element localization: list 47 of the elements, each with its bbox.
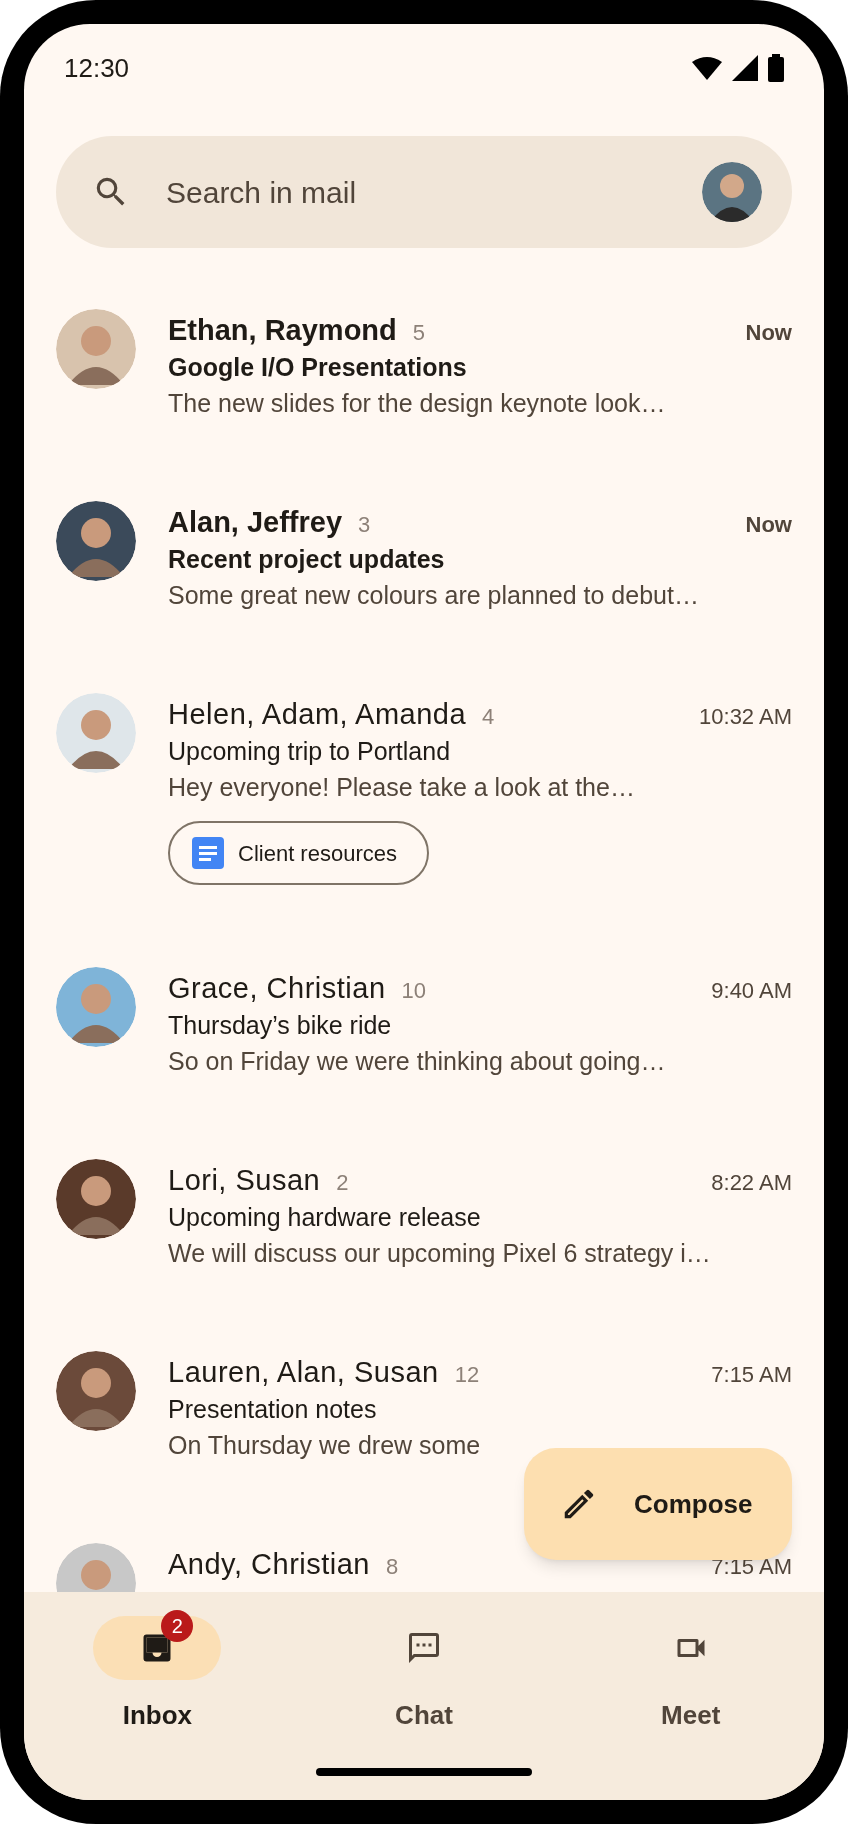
email-preview: The new slides for the design keynote look… — [168, 388, 666, 419]
message-count: 12 — [454, 1361, 480, 1389]
sender-name: Lori, Susan — [168, 1163, 321, 1198]
email-subject: Thursday’s bike ride — [168, 1010, 392, 1041]
document-icon — [192, 837, 224, 869]
profile-avatar[interactable] — [702, 162, 762, 222]
email-subject: Upcoming trip to Portland — [168, 736, 451, 767]
chat-icon — [406, 1630, 442, 1666]
status-time: 12:30 — [64, 51, 130, 85]
email-preview: Some great new colours are planned to debut… — [168, 580, 699, 611]
sender-name: Alan, Jeffrey — [168, 505, 343, 540]
email-time: 10:32 AM — [699, 703, 792, 731]
message-count: 5 — [412, 319, 426, 347]
message-count: 8 — [386, 1553, 399, 1581]
search-field[interactable]: Search in mail — [166, 169, 702, 215]
email-time: Now — [745, 319, 792, 347]
email-subject: Presentation notes — [168, 1394, 377, 1425]
sender-name: Andy, Christian — [168, 1547, 370, 1582]
email-preview: We will discuss our upcoming Pixel 6 strategy i… — [168, 1238, 711, 1269]
message-count: 2 — [336, 1169, 349, 1197]
email-time: 7:15 AM — [711, 1361, 792, 1389]
email-subject: Upcoming hardware release — [168, 1202, 481, 1233]
compose-button[interactable]: Compose — [524, 1448, 792, 1560]
message-count: 3 — [358, 511, 371, 539]
email-subject: Google I/O Presentations — [168, 352, 467, 383]
wifi-icon — [692, 56, 722, 80]
sender-name: Ethan, Raymond — [168, 313, 397, 348]
unread-badge: 2 — [161, 1610, 194, 1642]
nav-tab[interactable]: Chat — [290, 1592, 558, 1735]
battery-icon — [768, 54, 784, 82]
email-preview: On Thursday we drew some — [168, 1430, 481, 1461]
signal-icon — [732, 55, 758, 81]
search-bar[interactable]: Search in mail — [56, 136, 792, 248]
message-count: 4 — [482, 703, 495, 731]
email-preview: So on Friday we were thinking about going… — [168, 1046, 666, 1077]
sender-name: Grace, Christian — [168, 971, 386, 1006]
email-time: Now — [745, 511, 792, 539]
sender-name: Helen, Adam, Amanda — [168, 697, 467, 732]
email-time: 9:40 AM — [711, 977, 792, 1005]
attachment-chip[interactable]: Client resources — [168, 821, 429, 885]
sender-name: Lauren, Alan, Susan — [168, 1355, 439, 1390]
email-subject: Recent project updates — [168, 544, 445, 575]
nav-tab[interactable]: 2 Inbox — [24, 1592, 291, 1735]
message-count: 10 — [401, 977, 426, 1005]
email-time: 8:22 AM — [711, 1169, 792, 1197]
email-preview: Hey everyone! Please take a look at the… — [168, 772, 635, 803]
nav-tab[interactable]: Meet — [557, 1592, 824, 1735]
